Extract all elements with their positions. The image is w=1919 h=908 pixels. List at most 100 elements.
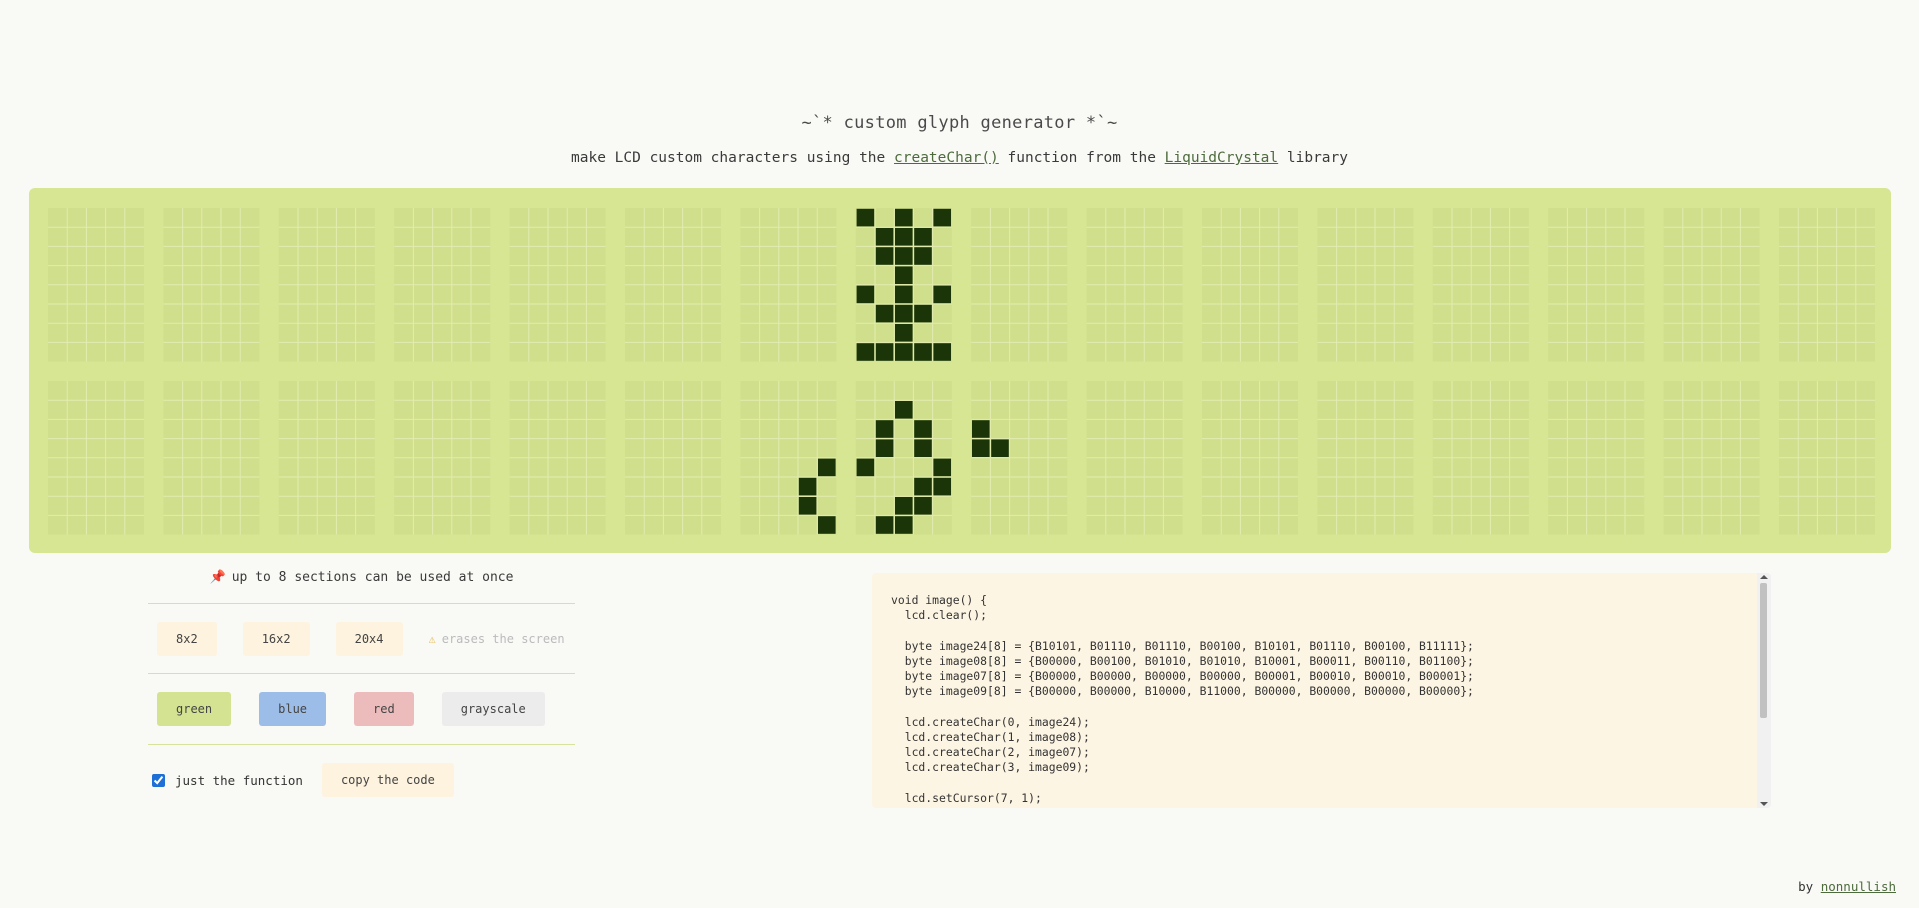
scroll-up-icon[interactable] [1760, 575, 1768, 579]
size-16x2-button[interactable]: 16x2 [242, 621, 310, 656]
lcd-cell[interactable] [1548, 381, 1645, 535]
just-function-checkbox[interactable] [152, 773, 165, 787]
lcd-pixel-on[interactable] [856, 208, 875, 227]
author-link[interactable]: nonnullish [1821, 879, 1896, 894]
page-subtitle: make LCD custom characters using the cre… [0, 150, 1919, 166]
lcd-pixel-on[interactable] [895, 285, 913, 304]
scroll-down-icon[interactable] [1760, 802, 1768, 806]
theme-blue-button[interactable]: blue [259, 692, 327, 726]
lcd-cell[interactable] [1779, 208, 1875, 362]
lcd-pixel-on[interactable] [895, 208, 913, 227]
lcd-cell[interactable] [163, 208, 260, 362]
lcd-pixel-on[interactable] [818, 516, 836, 534]
lcd-pixel-on[interactable] [933, 285, 951, 304]
theme-grayscale-button[interactable]: grayscale [441, 692, 545, 726]
lcd-pixel-on[interactable] [914, 477, 932, 496]
lcd-cell[interactable] [1086, 208, 1183, 362]
lcd-pixel-on[interactable] [895, 304, 913, 323]
lcd-cell[interactable] [1202, 381, 1298, 535]
lcd-pixel-on[interactable] [895, 401, 913, 419]
lcd-pixel-on[interactable] [972, 420, 990, 438]
lcd-pixel-on[interactable] [856, 343, 875, 361]
lcd-cell[interactable] [278, 208, 375, 362]
lcd-pixel-on[interactable] [818, 458, 836, 477]
theme-row: green blue red grayscale [148, 674, 575, 745]
lcd-cell[interactable] [1202, 208, 1298, 362]
lcd-pixel-on[interactable] [875, 439, 894, 457]
lcd-pixel-on[interactable] [856, 458, 875, 477]
lcd-pixel-on[interactable] [875, 420, 894, 438]
lcd-cell[interactable] [1317, 381, 1414, 535]
lcd-cell[interactable] [1548, 208, 1645, 362]
lcd-pixel-on[interactable] [798, 497, 817, 515]
just-function-label[interactable]: just the function [175, 773, 303, 788]
lcd-pixel-on[interactable] [914, 497, 932, 515]
lcd-pixel-on[interactable] [895, 516, 913, 534]
lcd-pixel-on[interactable] [933, 208, 951, 227]
lcd-pixel-on[interactable] [798, 477, 817, 496]
lcd-cell[interactable] [163, 381, 260, 535]
scroll-thumb[interactable] [1760, 583, 1767, 718]
size-warning-text: erases the screen [441, 631, 565, 646]
lcd-pixel-on[interactable] [895, 324, 913, 342]
lcd-pixel-on[interactable] [875, 228, 894, 246]
lcd-pixel-on[interactable] [875, 516, 894, 534]
lcd-cell[interactable] [394, 381, 491, 535]
createchar-link[interactable]: createChar() [894, 150, 999, 166]
lcd-pixel-on[interactable] [914, 228, 932, 246]
lcd-pixel-on[interactable] [914, 247, 932, 265]
lcd-pixel-on[interactable] [875, 343, 894, 361]
lcd-pixel-on[interactable] [856, 285, 875, 304]
lcd-cell[interactable] [1317, 208, 1414, 362]
lcd-pixel-on[interactable] [914, 439, 932, 457]
lcd-pixel-on[interactable] [991, 439, 1009, 457]
lcd-cell[interactable] [971, 381, 1068, 535]
lcd-cell[interactable] [48, 208, 144, 362]
lcd-cell[interactable] [971, 208, 1068, 362]
lcd-pixel-on[interactable] [933, 477, 951, 496]
size-20x4-button[interactable]: 20x4 [335, 621, 403, 656]
lcd-pixel-on[interactable] [972, 439, 990, 457]
lcd-cell[interactable] [1663, 208, 1760, 362]
lcd-cell[interactable] [740, 208, 837, 362]
lcd-pixel-on[interactable] [875, 304, 894, 323]
lcd-pixel-on[interactable] [895, 228, 913, 246]
lcd-cell[interactable] [1663, 381, 1760, 535]
copy-code-button[interactable]: copy the code [321, 763, 454, 797]
lcd-grid [48, 208, 1875, 535]
lcd-pixel-on[interactable] [895, 497, 913, 515]
lcd-cell[interactable] [48, 381, 144, 535]
lcd-cell[interactable] [509, 208, 606, 362]
lcd-cell[interactable] [740, 381, 837, 535]
lcd-pixel-on[interactable] [914, 304, 932, 323]
theme-red-button[interactable]: red [354, 692, 414, 726]
lcd-cell[interactable] [1432, 208, 1529, 362]
lcd-pixel-on[interactable] [895, 247, 913, 265]
size-warning: ⚠ erases the screen [429, 632, 565, 646]
lcd-cell[interactable] [855, 208, 952, 362]
lcd-cell[interactable] [855, 381, 952, 535]
size-row: 8x2 16x2 20x4 ⚠ erases the screen [148, 604, 575, 674]
theme-green-button[interactable]: green [157, 692, 232, 726]
liquidcrystal-link[interactable]: LiquidCrystal [1165, 150, 1279, 166]
size-8x2-button[interactable]: 8x2 [157, 621, 217, 656]
lcd-pixel-on[interactable] [933, 343, 951, 361]
lcd-cell[interactable] [1432, 381, 1529, 535]
code-scrollbar[interactable] [1757, 573, 1771, 808]
lcd-cell[interactable] [1779, 381, 1875, 535]
lcd-cell[interactable] [625, 208, 721, 362]
code-text[interactable]: void image() { lcd.clear(); byte image24… [891, 593, 1474, 808]
subtitle-middle: function from the [1007, 150, 1156, 166]
lcd-cell[interactable] [1086, 381, 1183, 535]
lcd-pixel-on[interactable] [875, 247, 894, 265]
code-output[interactable]: void image() { lcd.clear(); byte image24… [872, 573, 1771, 808]
lcd-cell[interactable] [509, 381, 606, 535]
lcd-pixel-on[interactable] [933, 458, 951, 477]
lcd-pixel-on[interactable] [895, 343, 913, 361]
lcd-pixel-on[interactable] [914, 420, 932, 438]
lcd-pixel-on[interactable] [895, 266, 913, 284]
lcd-cell[interactable] [278, 381, 375, 535]
lcd-pixel-on[interactable] [914, 343, 932, 361]
lcd-cell[interactable] [394, 208, 491, 362]
lcd-cell[interactable] [625, 381, 721, 535]
